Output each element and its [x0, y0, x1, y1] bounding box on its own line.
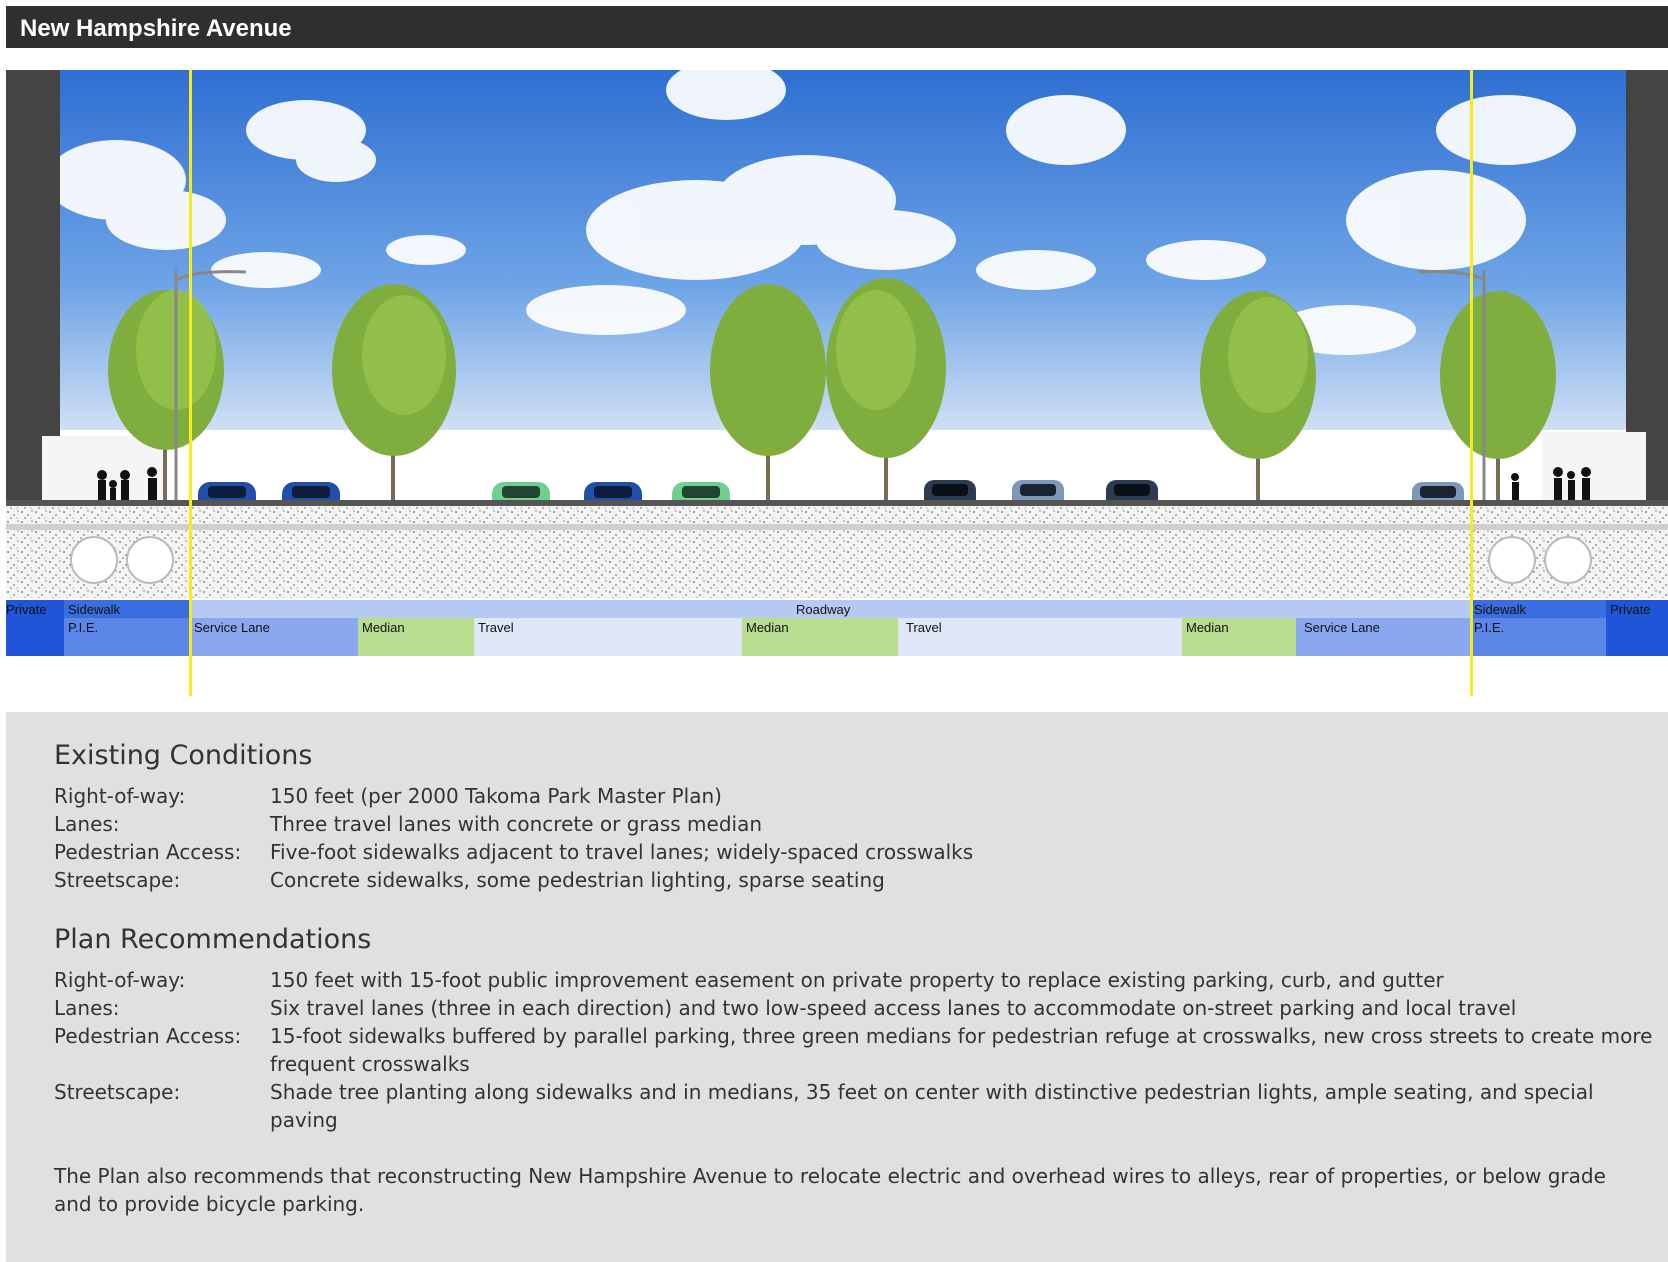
- title-bar: New Hampshire Avenue: [6, 6, 1668, 48]
- plan-row: Right-of-way: 150 feet with 15-foot publ…: [54, 966, 1634, 994]
- existing-row: Lanes: Three travel lanes with concrete …: [54, 810, 1634, 838]
- label-sidewalk-right: Sidewalk: [1474, 602, 1527, 617]
- existing-value: Three travel lanes with concrete or gras…: [270, 812, 763, 836]
- plan-heading: Plan Recommendations: [54, 924, 372, 955]
- label-median-left: Median: [362, 620, 405, 635]
- plan-value: 15-foot sidewalks buffered by parallel p…: [270, 1024, 1653, 1076]
- existing-heading: Existing Conditions: [54, 740, 313, 771]
- existing-label: Pedestrian Access:: [54, 840, 242, 864]
- label-travel-right: Travel: [906, 620, 942, 635]
- existing-value: 150 feet (per 2000 Takoma Park Master Pl…: [270, 784, 722, 808]
- plan-row: Lanes: Six travel lanes (three in each d…: [54, 994, 1634, 1022]
- description-panel: Existing Conditions Right-of-way: 150 fe…: [6, 712, 1668, 1262]
- plan-value: Six travel lanes (three in each directio…: [270, 996, 1517, 1020]
- pavement-surface: [6, 500, 1668, 506]
- plan-value: 150 feet with 15-foot public improvement…: [270, 968, 1444, 992]
- plan-label: Streetscape:: [54, 1080, 181, 1104]
- existing-row: Streetscape: Concrete sidewalks, some pe…: [54, 866, 1634, 894]
- label-pie-left: P.I.E.: [68, 620, 99, 635]
- subgrade: [6, 530, 1668, 598]
- label-pie-right: P.I.E.: [1474, 620, 1505, 635]
- existing-label: Streetscape:: [54, 868, 181, 892]
- existing-label: Lanes:: [54, 812, 120, 836]
- street-cross-section: Private Sidewalk P.I.E. Roadway Service …: [6, 70, 1668, 696]
- label-median-center: Median: [746, 620, 789, 635]
- plan-value: Shade tree planting along sidewalks and …: [270, 1080, 1594, 1132]
- plan-row: Streetscape: Shade tree planting along s…: [54, 1078, 1634, 1134]
- bar-travel-left: [474, 618, 742, 656]
- label-service-lane-right: Service Lane: [1304, 620, 1380, 635]
- existing-row: Pedestrian Access: Five-foot sidewalks a…: [54, 838, 1634, 866]
- page-title: New Hampshire Avenue: [20, 15, 292, 42]
- label-roadway: Roadway: [796, 602, 851, 617]
- label-travel-left: Travel: [478, 620, 514, 635]
- existing-row: Right-of-way: 150 feet (per 2000 Takoma …: [54, 782, 1634, 810]
- existing-value: Concrete sidewalks, some pedestrian ligh…: [270, 868, 885, 892]
- label-sidewalk-left: Sidewalk: [68, 602, 121, 617]
- plan-row: Pedestrian Access: 15-foot sidewalks buf…: [54, 1022, 1652, 1078]
- label-private-left: Private: [6, 602, 47, 617]
- plan-label: Pedestrian Access:: [54, 1024, 242, 1048]
- label-private-right: Private: [1610, 602, 1651, 617]
- existing-label: Right-of-way:: [54, 784, 186, 808]
- label-service-lane-left: Service Lane: [194, 620, 270, 635]
- plan-note: The Plan also recommends that reconstruc…: [54, 1164, 1606, 1216]
- existing-value: Five-foot sidewalks adjacent to travel l…: [270, 840, 974, 864]
- label-median-right: Median: [1186, 620, 1229, 635]
- plan-label: Right-of-way:: [54, 968, 186, 992]
- plan-label: Lanes:: [54, 996, 120, 1020]
